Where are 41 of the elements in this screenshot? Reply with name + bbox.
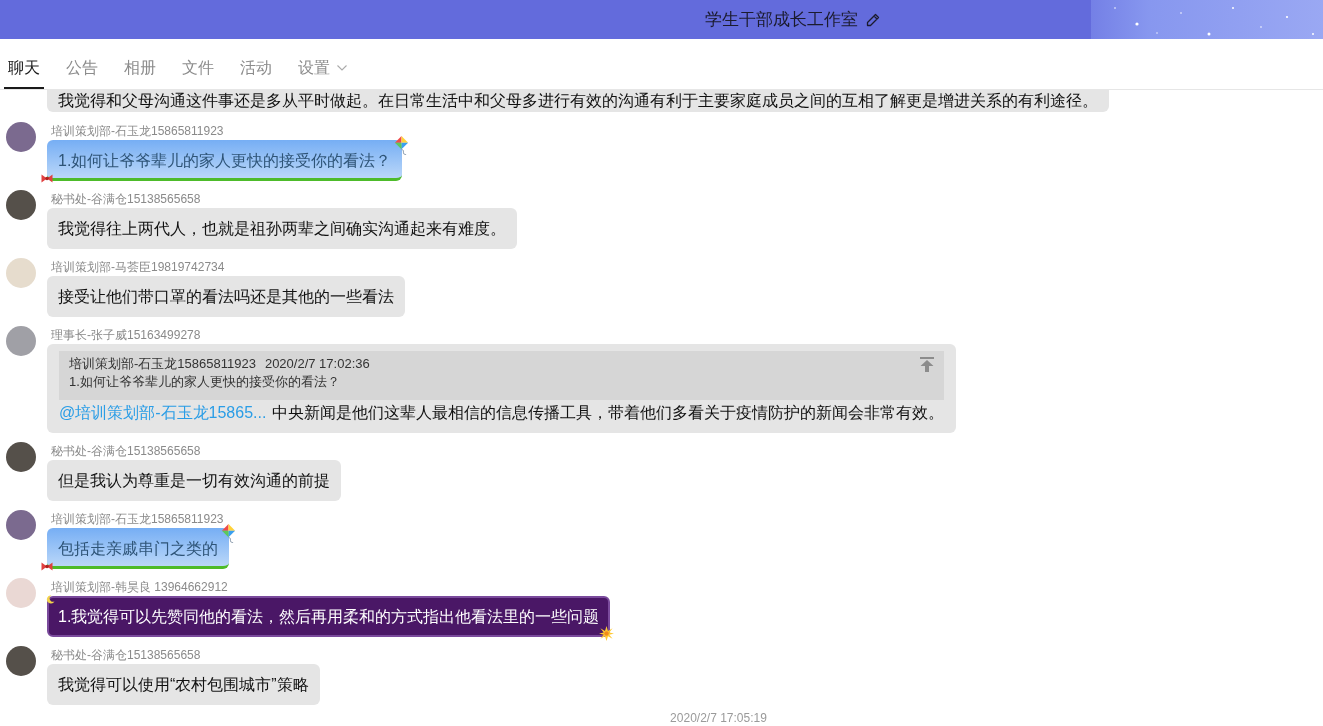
bow-icon bbox=[41, 562, 53, 571]
avatar[interactable] bbox=[6, 442, 36, 472]
pencil-icon[interactable] bbox=[866, 12, 880, 27]
sender-name: 培训策划部-石玉龙15865811923 bbox=[50, 123, 224, 140]
message-text: 接受让他们带口罩的看法吗还是其他的一些看法 bbox=[58, 287, 394, 307]
sender-name: 秘书处-谷满仓15138565658 bbox=[50, 647, 201, 664]
tab[interactable]: 相册 bbox=[120, 57, 160, 89]
quoted-text: 1.如何让爷爷辈儿的家人更快的接受你的看法？ bbox=[69, 373, 340, 391]
message-text: 包括走亲戚串门之类的 bbox=[58, 539, 218, 559]
message-text: 但是我认为尊重是一切有效沟通的前提 bbox=[58, 471, 330, 491]
avatar[interactable] bbox=[6, 190, 36, 220]
message-text: 我觉得往上两代人，也就是祖孙两辈之间确实沟通起来有难度。 bbox=[58, 219, 506, 239]
tab[interactable]: 文件 bbox=[178, 57, 218, 89]
avatar[interactable] bbox=[6, 510, 36, 540]
message-text: 我觉得和父母沟通这件事还是多从平时做起。在日常生活中和父母多进行有效的沟通有利于主要家庭成员之间的互相了解更是增进关系的有利途径。 bbox=[58, 91, 1098, 111]
tab[interactable]: 活动 bbox=[236, 57, 276, 89]
avatar[interactable] bbox=[6, 646, 36, 676]
bow-icon bbox=[41, 174, 53, 183]
sender-name: 培训策划部-韩昊良 13964662912 bbox=[50, 579, 228, 596]
kite-icon bbox=[393, 136, 411, 155]
sender-name: 秘书处-谷满仓15138565658 bbox=[50, 191, 201, 208]
crescent-moon-icon bbox=[46, 595, 55, 604]
quoted-sender: 培训策划部-石玉龙15865811923 bbox=[69, 355, 256, 373]
mention-link[interactable]: @培训策划部-石玉龙15865... bbox=[59, 402, 267, 423]
sender-name: 理事长-张子威15163499278 bbox=[50, 327, 201, 344]
timestamp: 2020/2/7 17:05:19 bbox=[670, 711, 767, 725]
star-icon bbox=[599, 626, 615, 641]
quoted-time: 2020/2/7 17:02:36 bbox=[264, 355, 370, 373]
tab[interactable]: 设置 bbox=[294, 57, 351, 89]
message-text: 中央新闻是他们这辈人最相信的信息传播工具，带着他们多看关于疫情防护的新闻会非常有效。 bbox=[272, 403, 945, 423]
message-text: 1.我觉得可以先赞同他的看法，然后再用柔和的方式指出他看法里的一些问题 bbox=[58, 607, 600, 627]
avatar[interactable] bbox=[6, 122, 36, 152]
tab[interactable]: 聊天 bbox=[4, 57, 44, 89]
sender-name: 秘书处-谷满仓15138565658 bbox=[50, 443, 201, 460]
message-text: 我觉得可以使用“农村包围城市”策略 bbox=[58, 675, 309, 695]
sender-name: 培训策划部-石玉龙15865811923 bbox=[50, 511, 224, 528]
message-text: 1.如何让爷爷辈儿的家人更快的接受你的看法？ bbox=[58, 151, 392, 171]
group-title: 学生干部成长工作室 bbox=[705, 8, 858, 31]
tab[interactable]: 公告 bbox=[62, 57, 102, 89]
kite-icon bbox=[220, 524, 237, 543]
sender-name: 培训策划部-马荟臣19819742734 bbox=[50, 259, 225, 276]
